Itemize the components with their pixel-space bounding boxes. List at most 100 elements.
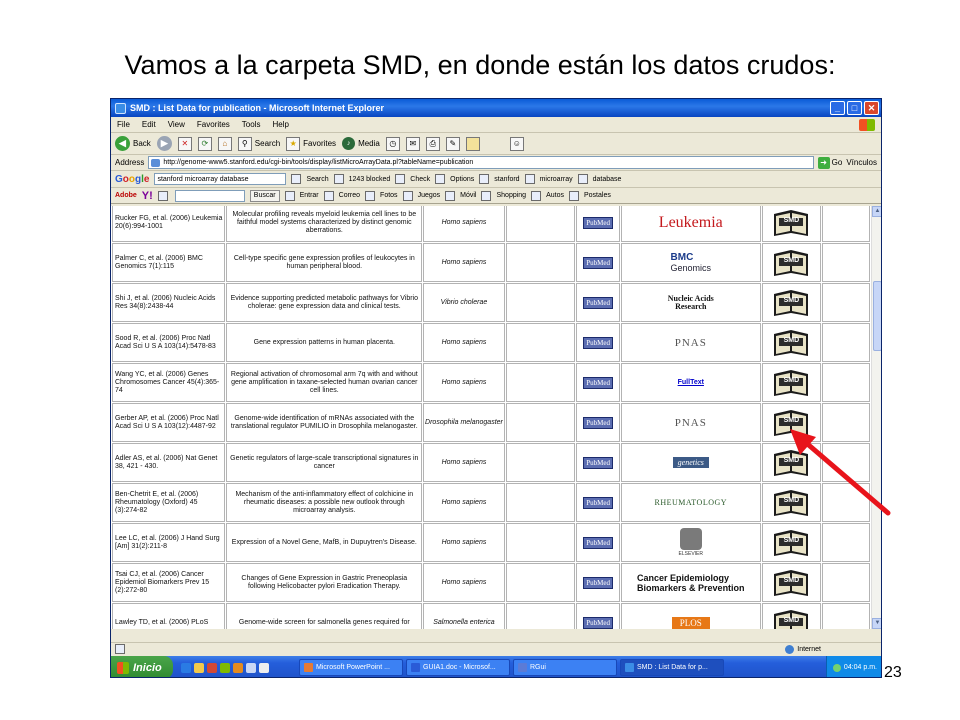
popup-blocker[interactable]: 1243 blocked bbox=[333, 174, 390, 184]
minimize-button[interactable]: _ bbox=[830, 101, 845, 115]
journal-logo[interactable]: Cancer Epidemiology Biomarkers & Preventi… bbox=[637, 573, 745, 593]
journal-logo[interactable]: Leukemia bbox=[659, 214, 723, 231]
media-button[interactable]: ♪ Media bbox=[342, 137, 380, 150]
google-search-input[interactable]: stanford microarray database bbox=[154, 173, 287, 185]
app-icon[interactable] bbox=[259, 662, 269, 673]
smd-folder-link[interactable]: SMD bbox=[771, 246, 811, 278]
yahoo-search-input[interactable] bbox=[174, 189, 245, 202]
scroll-thumb[interactable] bbox=[873, 281, 881, 351]
yahoo-fotos[interactable]: Fotos bbox=[365, 190, 398, 201]
description-cell: Cell-type specific gene expression profi… bbox=[226, 243, 423, 282]
links-label[interactable]: Vínculos bbox=[846, 158, 877, 167]
google-logo[interactable]: Google bbox=[115, 174, 149, 185]
smd-folder-link[interactable]: SMD bbox=[771, 326, 811, 358]
journal-logo[interactable]: Nucleic Acids Research bbox=[668, 294, 714, 311]
smd-folder-link[interactable]: SMD bbox=[771, 566, 811, 598]
close-button[interactable]: ✕ bbox=[864, 101, 879, 115]
ie-icon[interactable] bbox=[181, 662, 191, 673]
pubmed-link[interactable]: PubMed bbox=[583, 536, 613, 549]
desktop-icon[interactable] bbox=[220, 662, 230, 673]
pubmed-link[interactable]: PubMed bbox=[583, 256, 613, 269]
maximize-button[interactable]: □ bbox=[847, 101, 862, 115]
clock[interactable]: 04:04 p.m. bbox=[844, 664, 877, 671]
menu-view[interactable]: View bbox=[168, 120, 185, 129]
media-player-icon[interactable] bbox=[207, 662, 217, 673]
start-button[interactable]: Inicio bbox=[111, 656, 173, 677]
pubmed-link[interactable]: PubMed bbox=[583, 496, 613, 509]
history-icon[interactable]: ◷ bbox=[385, 136, 400, 151]
scroll-up-icon[interactable]: ▲ bbox=[872, 206, 881, 217]
smd-folder-link[interactable]: SMD bbox=[771, 366, 811, 398]
journal-logo[interactable]: PLOS bbox=[671, 616, 710, 629]
smd-folder-link[interactable]: SMD bbox=[771, 206, 811, 238]
search-button[interactable]: ⚲ Search bbox=[237, 136, 280, 151]
smd-folder-link[interactable]: SMD bbox=[771, 526, 811, 558]
app-icon[interactable] bbox=[246, 662, 256, 673]
forward-button[interactable]: ▶ bbox=[156, 136, 172, 151]
menu-help[interactable]: Help bbox=[272, 120, 288, 129]
yahoo-autos[interactable]: Autos bbox=[531, 190, 564, 201]
address-input[interactable]: http://genome-www5.stanford.edu/cgi-bin/… bbox=[148, 156, 814, 169]
edit-icon[interactable]: ✎ bbox=[445, 136, 460, 151]
options-button[interactable]: Options bbox=[435, 174, 474, 184]
highlight-chip-microarray[interactable]: microarray bbox=[524, 174, 573, 184]
mail-icon[interactable]: ✉ bbox=[405, 136, 420, 151]
pubmed-link[interactable]: PubMed bbox=[583, 416, 613, 429]
pubmed-link[interactable]: PubMed bbox=[583, 456, 613, 469]
pubmed-link[interactable]: PubMed bbox=[583, 216, 613, 229]
menu-tools[interactable]: Tools bbox=[242, 120, 261, 129]
pubmed-link[interactable]: PubMed bbox=[583, 616, 613, 629]
yahoo-movil[interactable]: Móvil bbox=[445, 190, 476, 201]
favorites-button[interactable]: ★ Favorites bbox=[286, 136, 336, 151]
task-word[interactable]: GUIA1.doc - Microsof... bbox=[406, 659, 510, 676]
pencil-icon[interactable] bbox=[157, 190, 168, 201]
print-icon[interactable]: ⎙ bbox=[425, 136, 440, 151]
yahoo-correo[interactable]: Correo bbox=[323, 190, 360, 201]
messenger-icon[interactable]: ☺ bbox=[509, 136, 524, 151]
folder-icon[interactable] bbox=[194, 662, 204, 673]
task-powerpoint[interactable]: Microsoft PowerPoint ... bbox=[299, 659, 403, 676]
google-search-button[interactable]: Search bbox=[291, 174, 329, 184]
folder-icon[interactable] bbox=[465, 136, 480, 151]
vertical-scrollbar[interactable]: ▲ ▼ bbox=[871, 206, 881, 629]
smd-folder-link[interactable]: SMD bbox=[771, 286, 811, 318]
task-rgui[interactable]: RGui bbox=[513, 659, 617, 676]
journal-logo[interactable]: RHEUMATOLOGY bbox=[655, 498, 728, 507]
journal-logo[interactable]: genetics bbox=[672, 457, 709, 468]
refresh-button[interactable]: ⟳ bbox=[197, 136, 212, 151]
highlight-chip-stanford[interactable]: stanford bbox=[479, 174, 520, 184]
journal-logo[interactable]: ELSEVIER bbox=[679, 528, 703, 557]
entrar-button[interactable]: Entrar bbox=[284, 190, 319, 201]
go-button[interactable]: ➜ Go bbox=[817, 156, 842, 169]
adobe-button[interactable]: Adobe bbox=[115, 192, 137, 199]
highlight-chip-database[interactable]: database bbox=[577, 174, 621, 184]
empty-cell bbox=[822, 323, 870, 362]
pubmed-link[interactable]: PubMed bbox=[583, 296, 613, 309]
buscar-button[interactable]: Buscar bbox=[249, 189, 280, 202]
task-ie-smd[interactable]: SMD : List Data for p... bbox=[620, 659, 724, 676]
fulltext-link[interactable]: FullText bbox=[678, 379, 704, 386]
yahoo-juegos[interactable]: Juegos bbox=[402, 190, 440, 201]
menu-file[interactable]: File bbox=[117, 120, 130, 129]
menu-favorites[interactable]: Favorites bbox=[197, 120, 230, 129]
yahoo-logo[interactable]: Y! bbox=[142, 190, 153, 202]
app-icon[interactable] bbox=[233, 662, 243, 673]
back-button[interactable]: ◀ Back bbox=[115, 136, 151, 151]
journal-logo[interactable]: BMC Genomics bbox=[671, 252, 712, 274]
window-titlebar[interactable]: SMD : List Data for publication - Micros… bbox=[111, 99, 881, 117]
network-icon[interactable] bbox=[832, 663, 841, 672]
scroll-down-icon[interactable]: ▼ bbox=[872, 618, 881, 629]
pubmed-link[interactable]: PubMed bbox=[583, 336, 613, 349]
citation-cell: Lee LC, et al. (2006) J Hand Surg [Am] 3… bbox=[112, 523, 226, 562]
pubmed-link[interactable]: PubMed bbox=[583, 376, 613, 389]
smd-folder-link[interactable]: SMD bbox=[771, 606, 811, 629]
menu-edit[interactable]: Edit bbox=[142, 120, 156, 129]
pubmed-link[interactable]: PubMed bbox=[583, 576, 613, 589]
journal-logo[interactable]: PNAS bbox=[675, 337, 707, 349]
stop-button[interactable]: ✕ bbox=[177, 136, 192, 151]
yahoo-shopping[interactable]: Shopping bbox=[481, 190, 526, 201]
home-button[interactable]: ⌂ bbox=[217, 136, 232, 151]
journal-logo[interactable]: PNAS bbox=[675, 417, 707, 429]
spell-check-button[interactable]: Check bbox=[395, 174, 430, 184]
yahoo-postales[interactable]: Postales bbox=[568, 190, 611, 201]
